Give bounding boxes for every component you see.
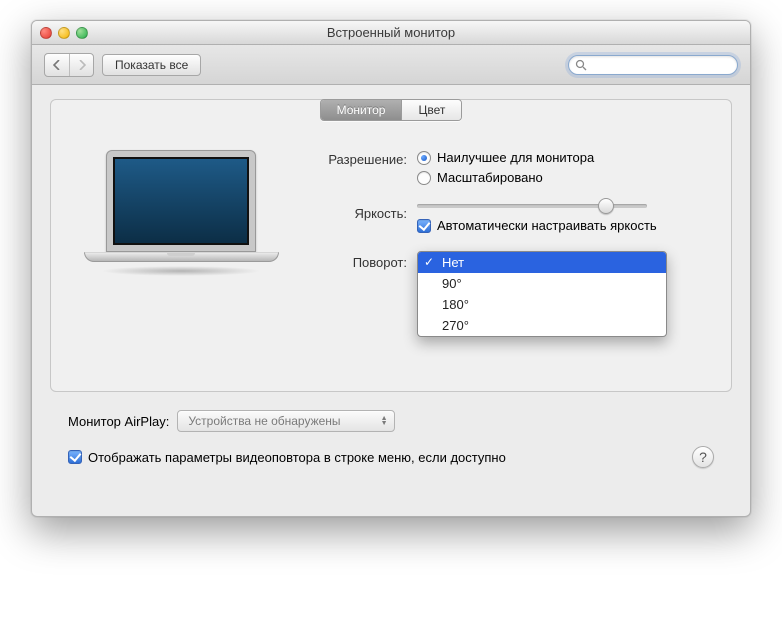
preferences-window: Встроенный монитор Показать все Монитор … [31,20,751,517]
rotation-option-90[interactable]: 90° [418,273,666,294]
auto-brightness-option[interactable]: Автоматически настраивать яркость [417,218,711,233]
device-preview [71,150,291,357]
checkbox-icon [417,219,431,233]
resolution-best-option[interactable]: Наилучшее для монитора [417,150,711,165]
resolution-scaled-option[interactable]: Масштабировано [417,170,711,185]
checkbox-icon [68,450,82,464]
resolution-best-label: Наилучшее для монитора [437,150,594,165]
tab-monitor[interactable]: Монитор [321,100,402,120]
nav-buttons [44,53,94,77]
auto-brightness-label: Автоматически настраивать яркость [437,218,657,233]
mirror-option[interactable]: Отображать параметры видеоповтора в стро… [68,450,506,465]
search-icon [575,59,587,71]
traffic-lights [40,27,88,39]
rotation-option-270[interactable]: 270° [418,315,666,336]
help-button[interactable]: ? [692,446,714,468]
radio-icon [417,171,431,185]
brightness-label: Яркость: [321,204,417,221]
window-title: Встроенный монитор [32,25,750,40]
radio-icon [417,151,431,165]
rotation-option-none[interactable]: Нет [418,252,666,273]
airplay-select[interactable]: Устройства не обнаружены ▲▼ [177,410,394,432]
back-button[interactable] [45,54,69,76]
close-button[interactable] [40,27,52,39]
search-input[interactable] [591,58,731,72]
rotation-option-180[interactable]: 180° [418,294,666,315]
chevron-updown-icon: ▲▼ [381,416,388,426]
rotation-dropdown[interactable]: Нет 90° 180° 270° [417,251,667,337]
airplay-value: Устройства не обнаружены [188,414,340,428]
slider-thumb[interactable] [598,198,614,214]
zoom-button[interactable] [76,27,88,39]
toolbar: Показать все [32,45,750,85]
airplay-label: Монитор AirPlay: [68,414,169,429]
show-all-button[interactable]: Показать все [102,54,201,76]
rotation-label: Поворот: [321,253,417,270]
tab-row: Монитор Цвет [320,99,463,121]
settings-panel: Монитор Цвет Разрешение: [50,99,732,392]
tab-color[interactable]: Цвет [401,100,461,120]
minimize-button[interactable] [58,27,70,39]
brightness-slider[interactable] [417,204,647,208]
forward-button[interactable] [69,54,93,76]
resolution-scaled-label: Масштабировано [437,170,543,185]
mirror-label: Отображать параметры видеоповтора в стро… [88,450,506,465]
search-field[interactable] [568,55,738,75]
titlebar: Встроенный монитор [32,21,750,45]
resolution-label: Разрешение: [321,150,417,167]
